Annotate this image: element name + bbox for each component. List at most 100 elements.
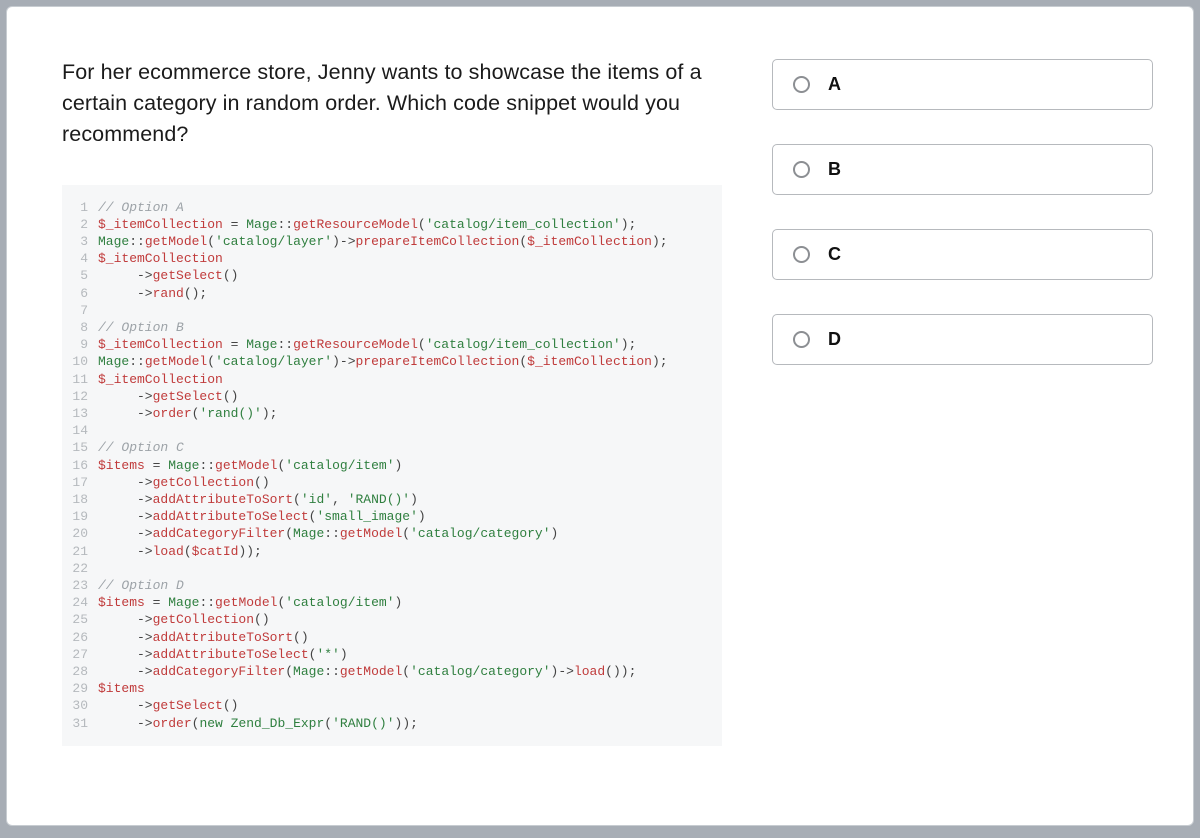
options-column: A B C D (772, 57, 1153, 795)
question-column: For her ecommerce store, Jenny wants to … (62, 57, 722, 795)
line-number: 19 (68, 508, 98, 525)
line-number: 15 (68, 439, 98, 456)
code-content (98, 302, 106, 319)
line-number: 6 (68, 285, 98, 302)
line-number: 5 (68, 267, 98, 284)
quiz-card: For her ecommerce store, Jenny wants to … (6, 6, 1194, 826)
code-line: 8// Option B (68, 319, 712, 336)
answer-option-b[interactable]: B (772, 144, 1153, 195)
radio-icon (793, 246, 810, 263)
code-line: 1// Option A (68, 199, 712, 216)
line-number: 31 (68, 715, 98, 732)
code-line: 21 ->load($catId)); (68, 543, 712, 560)
code-content: ->load($catId)); (98, 543, 262, 560)
option-label: B (828, 159, 841, 180)
code-content: $_itemCollection = Mage::getResourceMode… (98, 216, 636, 233)
code-line: 27 ->addAttributeToSelect('*') (68, 646, 712, 663)
code-content: $_itemCollection = Mage::getResourceMode… (98, 336, 636, 353)
code-content: $items = Mage::getModel('catalog/item') (98, 594, 402, 611)
code-content: ->addAttributeToSort('id', 'RAND()') (98, 491, 418, 508)
code-line: 25 ->getCollection() (68, 611, 712, 628)
code-line: 13 ->order('rand()'); (68, 405, 712, 422)
line-number: 12 (68, 388, 98, 405)
line-number: 11 (68, 371, 98, 388)
line-number: 30 (68, 697, 98, 714)
line-number: 17 (68, 474, 98, 491)
code-line: 14 (68, 422, 712, 439)
option-label: D (828, 329, 841, 350)
line-number: 23 (68, 577, 98, 594)
code-line: 18 ->addAttributeToSort('id', 'RAND()') (68, 491, 712, 508)
line-number: 8 (68, 319, 98, 336)
code-line: 6 ->rand(); (68, 285, 712, 302)
option-label: A (828, 74, 841, 95)
code-content (98, 422, 106, 439)
code-content: Mage::getModel('catalog/layer')->prepare… (98, 233, 668, 250)
code-line: 7 (68, 302, 712, 319)
code-content (98, 560, 106, 577)
question-text: For her ecommerce store, Jenny wants to … (62, 57, 722, 151)
code-line: 23// Option D (68, 577, 712, 594)
line-number: 27 (68, 646, 98, 663)
code-line: 19 ->addAttributeToSelect('small_image') (68, 508, 712, 525)
line-number: 14 (68, 422, 98, 439)
code-line: 22 (68, 560, 712, 577)
code-content: // Option D (98, 577, 184, 594)
code-line: 20 ->addCategoryFilter(Mage::getModel('c… (68, 525, 712, 542)
radio-icon (793, 331, 810, 348)
code-line: 28 ->addCategoryFilter(Mage::getModel('c… (68, 663, 712, 680)
code-line: 10Mage::getModel('catalog/layer')->prepa… (68, 353, 712, 370)
line-number: 18 (68, 491, 98, 508)
code-line: 5 ->getSelect() (68, 267, 712, 284)
line-number: 28 (68, 663, 98, 680)
code-line: 31 ->order(new Zend_Db_Expr('RAND()')); (68, 715, 712, 732)
code-content: $items (98, 680, 145, 697)
line-number: 29 (68, 680, 98, 697)
answer-option-c[interactable]: C (772, 229, 1153, 280)
code-content: // Option C (98, 439, 184, 456)
code-line: 29$items (68, 680, 712, 697)
code-content: $_itemCollection (98, 250, 223, 267)
line-number: 4 (68, 250, 98, 267)
line-number: 22 (68, 560, 98, 577)
code-content: ->getSelect() (98, 697, 238, 714)
code-content: $_itemCollection (98, 371, 223, 388)
line-number: 13 (68, 405, 98, 422)
code-content: ->addCategoryFilter(Mage::getModel('cata… (98, 525, 558, 542)
code-content: ->getCollection() (98, 474, 270, 491)
line-number: 1 (68, 199, 98, 216)
line-number: 16 (68, 457, 98, 474)
code-content: ->addAttributeToSelect('*') (98, 646, 348, 663)
line-number: 9 (68, 336, 98, 353)
code-line: 30 ->getSelect() (68, 697, 712, 714)
code-content: $items = Mage::getModel('catalog/item') (98, 457, 402, 474)
line-number: 20 (68, 525, 98, 542)
code-content: ->order('rand()'); (98, 405, 277, 422)
line-number: 2 (68, 216, 98, 233)
code-line: 24$items = Mage::getModel('catalog/item'… (68, 594, 712, 611)
line-number: 24 (68, 594, 98, 611)
code-line: 12 ->getSelect() (68, 388, 712, 405)
code-line: 4$_itemCollection (68, 250, 712, 267)
code-snippet: 1// Option A2$_itemCollection = Mage::ge… (62, 185, 722, 746)
code-content: ->addCategoryFilter(Mage::getModel('cata… (98, 663, 636, 680)
code-content: // Option A (98, 199, 184, 216)
line-number: 7 (68, 302, 98, 319)
answer-option-d[interactable]: D (772, 314, 1153, 365)
line-number: 21 (68, 543, 98, 560)
code-content: ->getCollection() (98, 611, 270, 628)
code-content: ->rand(); (98, 285, 207, 302)
code-content: ->getSelect() (98, 388, 238, 405)
answer-option-a[interactable]: A (772, 59, 1153, 110)
code-line: 16$items = Mage::getModel('catalog/item'… (68, 457, 712, 474)
radio-icon (793, 76, 810, 93)
code-line: 2$_itemCollection = Mage::getResourceMod… (68, 216, 712, 233)
line-number: 26 (68, 629, 98, 646)
code-line: 26 ->addAttributeToSort() (68, 629, 712, 646)
radio-icon (793, 161, 810, 178)
line-number: 3 (68, 233, 98, 250)
code-content: // Option B (98, 319, 184, 336)
code-content: ->addAttributeToSort() (98, 629, 309, 646)
code-line: 15// Option C (68, 439, 712, 456)
code-content: Mage::getModel('catalog/layer')->prepare… (98, 353, 668, 370)
